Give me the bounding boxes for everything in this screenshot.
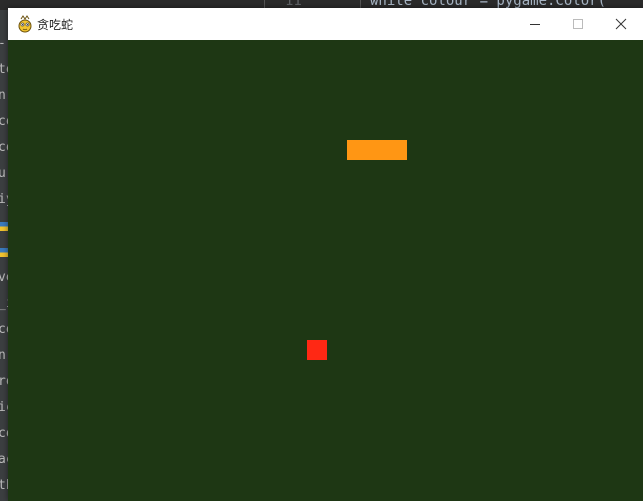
pygame-snake-icon	[16, 15, 34, 33]
background-text-fragment: co	[0, 114, 8, 129]
background-text-fragment: ro	[0, 374, 8, 389]
maximize-button[interactable]	[556, 8, 600, 40]
background-text-fragment: co	[0, 140, 8, 155]
background-text-fragment: ve	[0, 270, 8, 285]
food-pellet	[307, 340, 327, 360]
minimize-icon	[530, 24, 540, 25]
background-text-fragment: th	[0, 478, 8, 493]
background-text-fragment: -	[0, 36, 6, 51]
background-text-fragment: n-	[0, 88, 8, 103]
snake-body-segment	[367, 140, 387, 160]
background-text-fragment: to	[0, 62, 8, 77]
game-canvas[interactable]	[8, 40, 643, 501]
background-text-fragment: n-	[0, 348, 8, 363]
background-text-fragment: ur	[0, 166, 8, 181]
background-text-fragment: ic	[0, 400, 8, 415]
window-title: 贪吃蛇	[37, 18, 74, 32]
background-left-panel: -ton-cocouriyve_icon-roiccoacth	[0, 10, 8, 501]
python-file-icon	[0, 248, 8, 257]
title-bar[interactable]: 贪吃蛇	[8, 8, 643, 40]
background-text-fragment: co	[0, 426, 8, 441]
background-text-fragment: _i	[0, 296, 8, 311]
snake-body-segment	[347, 140, 367, 160]
background-text-fragment: ac	[0, 452, 8, 467]
minimize-button[interactable]	[513, 8, 557, 40]
game-window: 贪吃蛇	[8, 8, 643, 501]
close-icon	[615, 18, 627, 30]
maximize-icon	[573, 19, 583, 29]
python-file-icon	[0, 222, 8, 231]
background-text-fragment: iy	[0, 192, 8, 207]
background-text-fragment: co	[0, 322, 8, 337]
snake-head	[387, 140, 407, 160]
close-button[interactable]	[599, 8, 643, 40]
